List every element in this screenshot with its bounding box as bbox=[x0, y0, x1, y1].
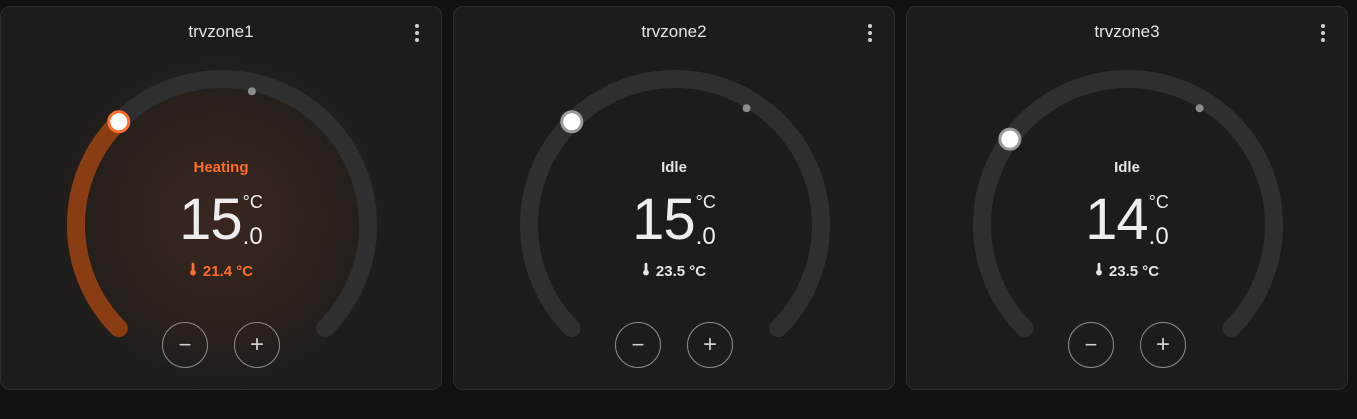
decrease-temperature-button[interactable]: − bbox=[1068, 322, 1114, 368]
hvac-action-label: Idle bbox=[1114, 159, 1140, 176]
target-temperature: 14 °C .0 bbox=[907, 188, 1347, 252]
current-temperature-marker bbox=[742, 104, 751, 113]
thermostat-card-2: trvzone2 Idle 15 °C .0 23.5 °C − + bbox=[453, 6, 895, 390]
target-temperature-handle[interactable] bbox=[560, 110, 584, 134]
thermometer-icon bbox=[1095, 262, 1103, 281]
target-temperature-handle[interactable] bbox=[998, 127, 1022, 151]
increase-temperature-button[interactable]: + bbox=[1140, 322, 1186, 368]
current-temperature-value: 21.4 °C bbox=[202, 262, 254, 280]
current-temperature: 23.5 °C bbox=[907, 262, 1347, 281]
current-temperature: 23.5 °C bbox=[454, 262, 894, 281]
thermometer-icon bbox=[189, 262, 197, 281]
target-temperature-decimal: .0 bbox=[695, 223, 716, 250]
plus-icon: + bbox=[1155, 331, 1170, 358]
decrease-temperature-button[interactable]: − bbox=[615, 322, 661, 368]
target-temperature-decimal: .0 bbox=[1148, 223, 1169, 250]
target-temperature-decimal: .0 bbox=[242, 223, 263, 250]
current-temperature-value: 23.5 °C bbox=[1108, 262, 1160, 280]
current-temperature-marker bbox=[247, 87, 256, 96]
target-temperature: 15 °C .0 bbox=[454, 188, 894, 252]
plus-icon: + bbox=[249, 331, 264, 358]
increase-temperature-button[interactable]: + bbox=[687, 322, 733, 368]
minus-icon: − bbox=[178, 332, 192, 357]
hvac-action-label: Idle bbox=[661, 159, 687, 176]
target-temperature-integer: 14 bbox=[1085, 187, 1149, 252]
target-temperature-handle[interactable] bbox=[107, 110, 131, 134]
current-temperature-value: 23.5 °C bbox=[655, 262, 707, 280]
decrease-temperature-button[interactable]: − bbox=[162, 322, 208, 368]
minus-icon: − bbox=[631, 332, 645, 357]
current-temperature: 21.4 °C bbox=[1, 262, 441, 281]
temperature-unit: °C bbox=[695, 192, 716, 212]
current-temperature-marker bbox=[1195, 104, 1204, 113]
target-temperature-integer: 15 bbox=[632, 187, 696, 252]
thermostat-card-1: trvzone1 Heating 15 °C .0 21.4 °C − + bbox=[0, 6, 442, 390]
target-temperature: 15 °C .0 bbox=[1, 188, 441, 252]
thermometer-icon bbox=[642, 262, 650, 281]
thermostat-card-3: trvzone3 Idle 14 °C .0 23.5 °C − + bbox=[906, 6, 1348, 390]
thermostat-cards-container: trvzone1 Heating 15 °C .0 21.4 °C − + tr… bbox=[0, 0, 1357, 419]
temperature-unit: °C bbox=[1148, 192, 1169, 212]
target-temperature-integer: 15 bbox=[179, 187, 243, 252]
temperature-unit: °C bbox=[242, 192, 263, 212]
minus-icon: − bbox=[1084, 332, 1098, 357]
plus-icon: + bbox=[702, 331, 717, 358]
increase-temperature-button[interactable]: + bbox=[234, 322, 280, 368]
hvac-action-label: Heating bbox=[193, 159, 249, 176]
